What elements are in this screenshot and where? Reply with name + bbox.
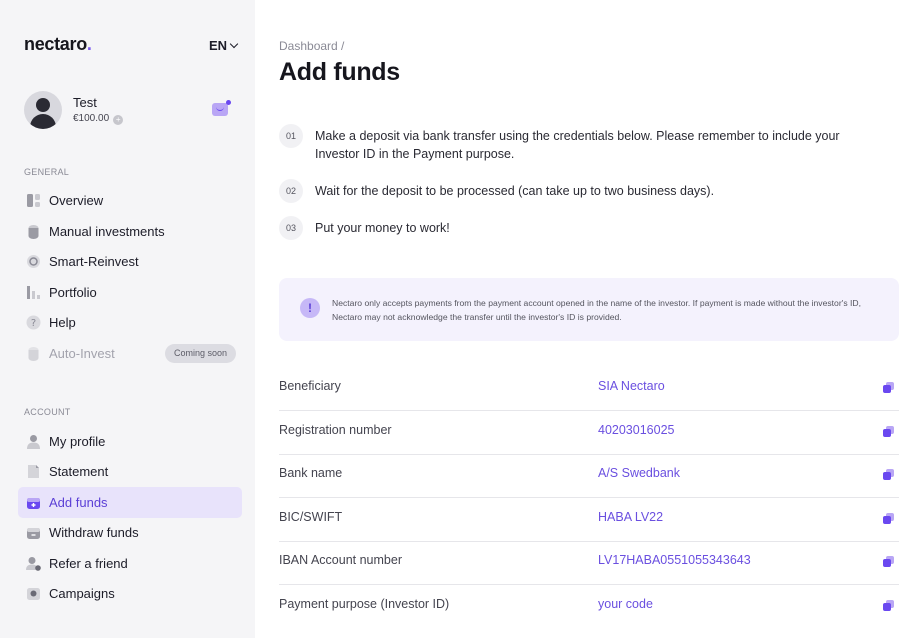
copy-icon[interactable] — [883, 469, 894, 480]
step-number: 01 — [279, 124, 303, 148]
table-row: Registration number 40203016025 — [279, 411, 899, 455]
coins-icon — [26, 224, 41, 239]
detail-label: Beneficiary — [279, 379, 341, 393]
copy-icon[interactable] — [883, 426, 894, 437]
step-item: 03 Put your money to work! — [279, 216, 879, 240]
detail-value: HABA LV22 — [598, 510, 664, 524]
step-number: 02 — [279, 179, 303, 203]
table-row: Payment purpose (Investor ID) your code — [279, 585, 899, 629]
step-text: Make a deposit via bank transfer using t… — [315, 129, 840, 161]
step-text: Put your money to work! — [315, 221, 450, 235]
sidebar-item-help[interactable]: ? Help — [18, 307, 242, 338]
sidebar-item-label: My profile — [49, 434, 106, 449]
overview-icon — [26, 193, 41, 208]
sidebar-item-smart-reinvest[interactable]: Smart-Reinvest — [18, 246, 242, 277]
avatar[interactable] — [24, 91, 62, 129]
sidebar-item-label: Statement — [49, 464, 109, 479]
sidebar-item-manual-investments[interactable]: Manual investments — [18, 216, 242, 247]
detail-value: your code — [598, 597, 653, 611]
sidebar-item-label: Manual investments — [49, 224, 165, 239]
sidebar-item-label: Campaigns — [49, 586, 115, 601]
detail-label: BIC/SWIFT — [279, 510, 343, 524]
table-row: Beneficiary SIA Nectaro — [279, 367, 899, 411]
notifications-icon[interactable] — [212, 100, 231, 116]
language-selector[interactable]: EN — [209, 38, 239, 53]
exclamation-icon: ! — [300, 298, 320, 318]
copy-icon[interactable] — [883, 513, 894, 524]
table-row: Bank name A/S Swedbank — [279, 454, 899, 498]
refer-friend-icon — [26, 556, 41, 571]
sidebar-item-label: Help — [49, 315, 76, 330]
copy-icon[interactable] — [883, 556, 894, 567]
user-icon — [26, 434, 41, 449]
step-item: 01 Make a deposit via bank transfer usin… — [279, 124, 879, 163]
breadcrumb[interactable]: Dashboard / — [279, 39, 344, 53]
sidebar: nectaro. EN Test €100.00 + GENERAL Overvi… — [0, 0, 255, 638]
sidebar-item-label: Smart-Reinvest — [49, 254, 139, 269]
sidebar-item-overview[interactable]: Overview — [18, 185, 242, 216]
user-name: Test — [73, 95, 97, 110]
table-row: IBAN Account number LV17HABA055105534364… — [279, 541, 899, 585]
sidebar-item-add-funds[interactable]: Add funds — [18, 487, 242, 518]
svg-text:?: ? — [31, 318, 36, 329]
detail-value: A/S Swedbank — [598, 466, 680, 480]
step-text: Wait for the deposit to be processed (ca… — [315, 184, 715, 198]
detail-label: Payment purpose (Investor ID) — [279, 597, 450, 611]
section-label-account: ACCOUNT — [24, 407, 71, 417]
coins-icon — [26, 346, 41, 361]
detail-value: 40203016025 — [598, 423, 675, 437]
sidebar-item-label: Auto-Invest — [49, 346, 115, 361]
chevron-down-icon — [229, 39, 239, 49]
user-balance: €100.00 + — [73, 113, 124, 125]
sidebar-item-label: Portfolio — [49, 285, 97, 300]
sidebar-item-label: Overview — [49, 193, 104, 208]
nectaro-logo[interactable]: nectaro. — [24, 34, 92, 55]
step-number: 03 — [279, 216, 303, 240]
gift-icon — [26, 586, 41, 601]
wallet-plus-icon — [26, 495, 41, 510]
section-label-general: GENERAL — [24, 167, 70, 177]
main-content: Dashboard / Add funds 01 Make a deposit … — [279, 0, 899, 638]
detail-value: LV17HABA0551055343643 — [598, 553, 751, 567]
coming-soon-badge: Coming soon — [164, 344, 236, 363]
document-icon — [26, 464, 41, 479]
copy-icon[interactable] — [883, 382, 894, 393]
step-item: 02 Wait for the deposit to be processed … — [279, 179, 879, 203]
sidebar-item-my-profile[interactable]: My profile — [18, 426, 242, 457]
notice-text: Nectaro only accepts payments from the p… — [332, 298, 862, 322]
sidebar-item-label: Add funds — [49, 495, 108, 510]
sidebar-item-label: Refer a friend — [49, 556, 128, 571]
portfolio-chart-icon — [26, 285, 41, 300]
sidebar-item-withdraw-funds[interactable]: Withdraw funds — [18, 517, 242, 548]
sidebar-item-portfolio[interactable]: Portfolio — [18, 277, 242, 308]
detail-label: Registration number — [279, 423, 392, 437]
detail-value: SIA Nectaro — [598, 379, 665, 393]
detail-label: Bank name — [279, 466, 343, 480]
refresh-icon — [26, 254, 41, 269]
copy-icon[interactable] — [883, 600, 894, 611]
sidebar-item-refer-a-friend[interactable]: Refer a friend — [18, 548, 242, 579]
payment-notice: ! Nectaro only accepts payments from the… — [279, 278, 899, 341]
page-title: Add funds — [279, 58, 400, 86]
sidebar-item-label: Withdraw funds — [49, 525, 139, 540]
sidebar-item-statement[interactable]: Statement — [18, 456, 242, 487]
info-icon[interactable]: + — [113, 115, 124, 125]
table-row: BIC/SWIFT HABA LV22 — [279, 498, 899, 542]
detail-label: IBAN Account number — [279, 553, 402, 567]
help-icon: ? — [26, 315, 41, 330]
wallet-minus-icon — [26, 525, 41, 540]
sidebar-item-auto-invest: Auto-Invest Coming soon — [18, 338, 242, 369]
sidebar-item-campaigns[interactable]: Campaigns — [18, 578, 242, 609]
